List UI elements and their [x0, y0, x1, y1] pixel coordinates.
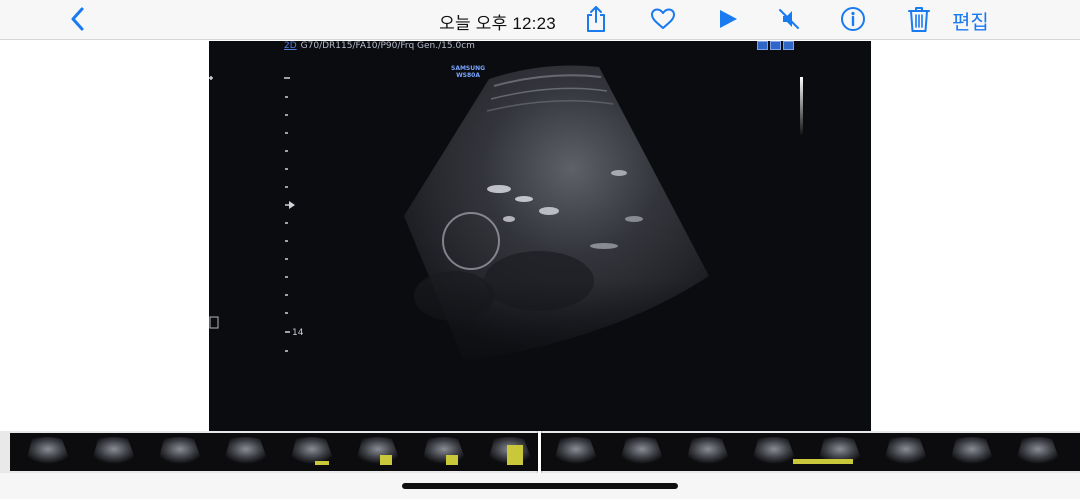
info-button[interactable] — [837, 4, 869, 34]
playhead-scrubber[interactable] — [538, 431, 541, 473]
brand-line-2: WS80A — [456, 72, 480, 79]
capture-time-title: 오늘 오후 12:23 — [439, 14, 556, 33]
photo-toolbar: 오늘 오후 12:23 편집 — [0, 0, 1080, 40]
ultrasound-scan-graphic — [209, 65, 803, 381]
share-icon — [587, 6, 605, 32]
device-brand: SAMSUNG WS80A — [451, 65, 485, 79]
filmstrip-frames — [10, 433, 1080, 471]
mute-button[interactable] — [773, 4, 805, 34]
favorite-button[interactable] — [647, 4, 679, 34]
video-filmstrip[interactable] — [0, 431, 1080, 473]
heart-icon — [651, 8, 675, 29]
status-icon — [757, 41, 768, 50]
share-button[interactable] — [580, 4, 612, 34]
status-icon — [770, 41, 781, 50]
back-chevron-icon — [71, 7, 84, 31]
play-button[interactable] — [712, 4, 744, 34]
scan-params-text: G70/DR115/FA10/P90/Frq Gen./15.0cm — [300, 41, 475, 51]
delete-button[interactable] — [903, 4, 935, 34]
status-icon — [783, 41, 794, 50]
mute-icon — [779, 9, 799, 29]
info-icon — [841, 7, 865, 31]
home-indicator-area — [0, 473, 1080, 499]
ultrasound-image: 2D G70/DR115/FA10/P90/Frq Gen./15.0cm SAM… — [209, 41, 871, 431]
scan-parameters: 2D G70/DR115/FA10/P90/Frq Gen./15.0cm — [284, 41, 475, 51]
thumb-frames — [26, 437, 1060, 464]
back-button[interactable] — [62, 4, 94, 34]
trash-icon — [908, 7, 930, 32]
filmstrip-thumbnails — [26, 437, 1060, 465]
play-icon — [720, 10, 737, 28]
scan-status-icons — [757, 41, 794, 50]
home-indicator[interactable] — [402, 483, 678, 489]
depth-label: 14 — [292, 328, 304, 338]
brand-line-1: SAMSUNG — [451, 65, 486, 72]
edit-button[interactable]: 편집 — [952, 6, 989, 35]
scan-mode-label: 2D — [284, 41, 297, 51]
photo-viewer[interactable]: 2D G70/DR115/FA10/P90/Frq Gen./15.0cm SAM… — [0, 41, 1080, 431]
